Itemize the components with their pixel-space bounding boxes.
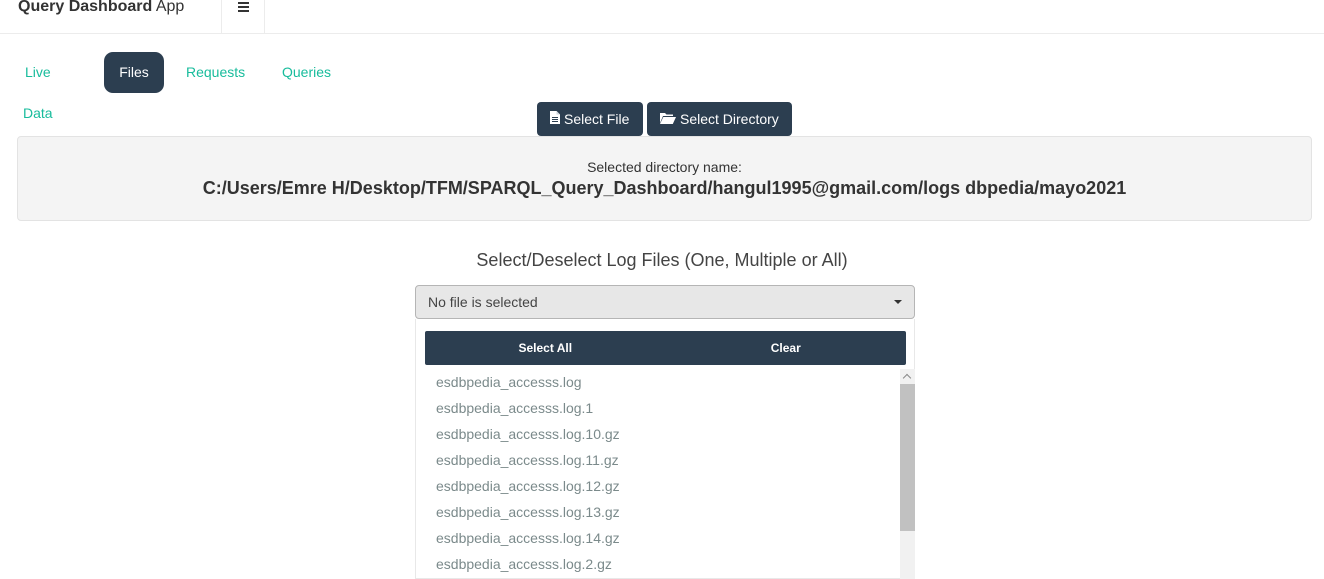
brand-title-rest: App — [152, 0, 185, 15]
list-item[interactable]: esdbpedia_accesss.log.11.gz — [436, 447, 619, 473]
list-item[interactable]: esdbpedia_accesss.log — [436, 369, 582, 395]
select-file-button[interactable]: Select File — [537, 102, 643, 136]
list-scrollbar[interactable] — [900, 369, 915, 579]
log-files-select[interactable]: No file is selected — [415, 285, 915, 319]
file-icon — [550, 102, 560, 136]
tab-requests[interactable]: Requests — [171, 52, 260, 93]
select-directory-button[interactable]: Select Directory — [647, 102, 792, 136]
selected-directory-path: C:/Users/Emre H/Desktop/TFM/SPARQL_Query… — [202, 178, 1127, 198]
scroll-up-icon[interactable] — [900, 369, 915, 384]
sidebar-toggle-button[interactable] — [221, 0, 265, 34]
list-item[interactable]: esdbpedia_accesss.log.10.gz — [436, 421, 620, 447]
caret-down-icon — [894, 300, 902, 304]
folder-open-icon — [660, 102, 676, 136]
bulk-actions-bar: Select All Clear — [425, 331, 906, 365]
tab-live-data[interactable]: Live Data — [8, 52, 68, 121]
list-item[interactable]: esdbpedia_accesss.log.2.gz — [436, 551, 612, 577]
list-item[interactable]: esdbpedia_accesss.log.12.gz — [436, 473, 620, 499]
log-files-dropdown: Select All Clear esdbpedia_accesss.log e… — [415, 319, 915, 579]
selected-directory-label: Selected directory name: — [587, 159, 742, 175]
scrollbar-thumb[interactable] — [900, 384, 915, 531]
list-item[interactable]: esdbpedia_accesss.log.13.gz — [436, 499, 620, 525]
clear-button[interactable]: Clear — [666, 331, 907, 365]
log-files-select-value: No file is selected — [428, 294, 538, 310]
log-files-title: Select/Deselect Log Files (One, Multiple… — [476, 250, 848, 270]
brand-title: Query Dashboard App — [18, 0, 184, 17]
list-item[interactable]: esdbpedia_accesss.log.1 — [436, 395, 593, 421]
select-directory-label: Select Directory — [680, 111, 779, 127]
tab-files[interactable]: Files — [104, 52, 164, 93]
hamburger-icon — [237, 2, 249, 12]
brand-title-bold: Query Dashboard — [18, 0, 153, 15]
select-all-button[interactable]: Select All — [425, 331, 666, 365]
tab-queries[interactable]: Queries — [267, 52, 346, 93]
select-file-label: Select File — [564, 111, 630, 127]
list-item[interactable]: esdbpedia_accesss.log.14.gz — [436, 525, 620, 551]
selected-directory-panel: Selected directory name: C:/Users/Emre H… — [17, 136, 1312, 221]
navbar: Query Dashboard App — [0, 0, 1324, 34]
